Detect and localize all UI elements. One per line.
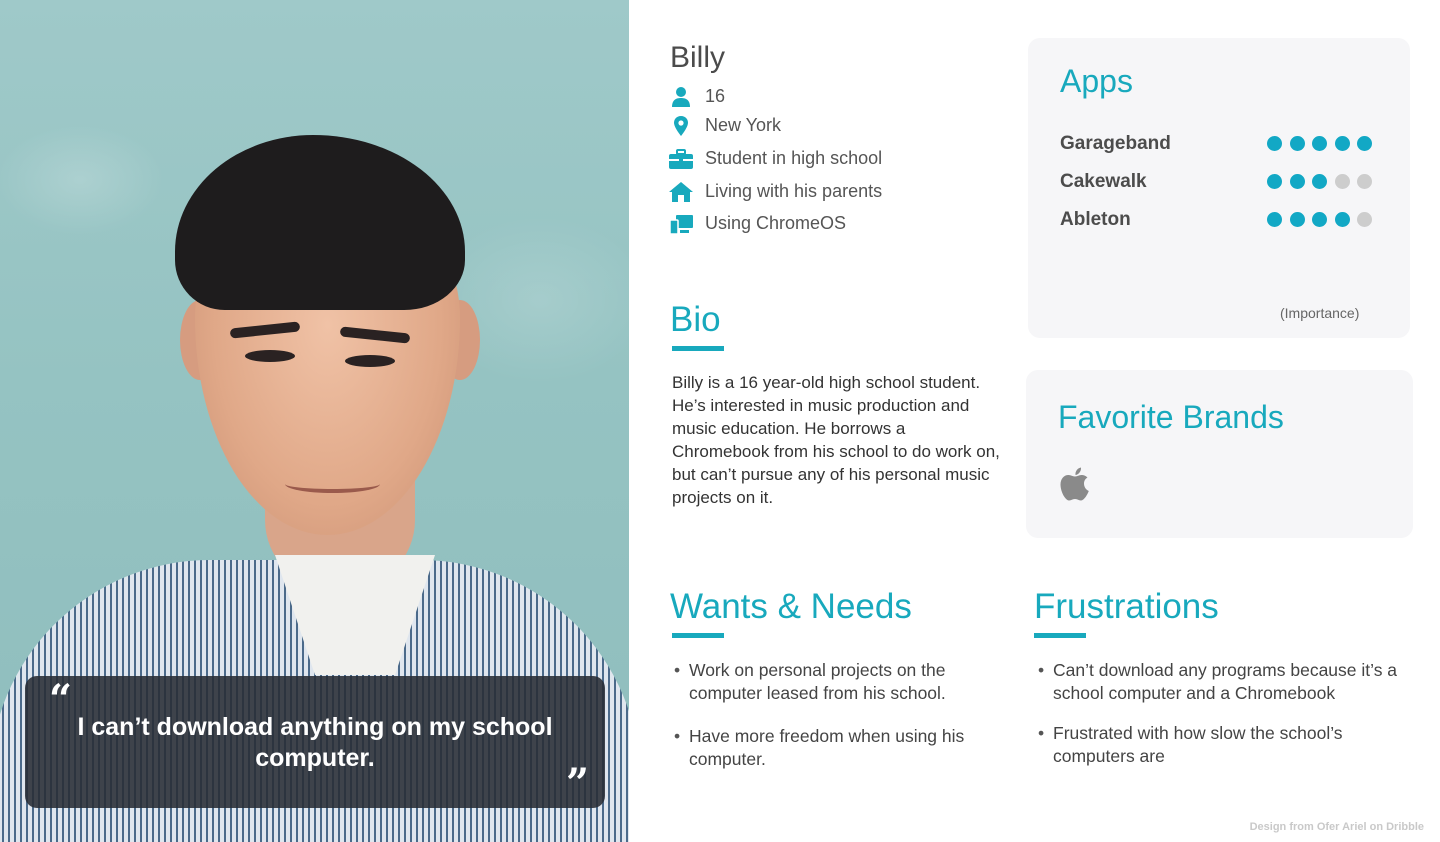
importance-dot-filled	[1312, 212, 1327, 227]
quote-text: I can’t download anything on my school c…	[77, 713, 553, 772]
importance-rating	[1267, 174, 1377, 190]
importance-dot-filled	[1357, 136, 1372, 151]
wants-title: Wants & Needs	[670, 587, 912, 626]
importance-dot-filled	[1289, 212, 1305, 227]
apps-title: Apps	[1060, 63, 1133, 99]
importance-dot-filled	[1289, 136, 1305, 151]
app-row: Cakewalk	[1060, 171, 1380, 197]
importance-dot-filled	[1334, 212, 1350, 227]
app-name: Ableton	[1060, 209, 1131, 230]
importance-dot-filled	[1312, 136, 1327, 151]
home-icon	[669, 182, 693, 202]
devices-icon	[669, 215, 693, 235]
apps-card: Apps Garageband Cakewalk Ableton (Importan…	[1028, 38, 1410, 338]
importance-dot-empty	[1357, 212, 1372, 227]
photo-hair	[175, 135, 465, 310]
photo-eye-left	[245, 350, 295, 362]
briefcase-icon	[669, 149, 693, 169]
importance-dot-filled	[1267, 136, 1282, 151]
fact-living-text: Living with his parents	[705, 181, 883, 201]
app-row: Ableton	[1060, 209, 1380, 235]
fact-age-text: 16	[705, 86, 726, 106]
importance-dot-filled	[1267, 212, 1282, 227]
quote-box: “ I can’t download anything on my school…	[25, 676, 605, 808]
importance-dot-empty	[1357, 174, 1372, 189]
importance-dot-filled	[1267, 174, 1282, 189]
photo-mouth	[285, 475, 380, 493]
app-name: Cakewalk	[1060, 171, 1147, 192]
importance-rating	[1267, 136, 1377, 152]
importance-rating	[1267, 212, 1377, 228]
bio-text: Billy is a 16 year-old high school stude…	[672, 373, 1000, 507]
frustrations-item: Frustrated with how slow the school’s co…	[1036, 722, 1416, 768]
wants-underline	[672, 633, 724, 638]
importance-dot-filled	[1289, 174, 1305, 189]
frustrations-title: Frustrations	[1034, 587, 1219, 626]
fact-device-text: Using ChromeOS	[705, 213, 847, 233]
wants-item: Have more freedom when using his compute…	[672, 725, 992, 771]
brands-card: Favorite Brands	[1026, 370, 1413, 538]
brands-title: Favorite Brands	[1058, 399, 1284, 435]
persona-name: Billy	[670, 41, 726, 74]
frustrations-item: Can’t download any programs because it’s…	[1036, 659, 1416, 705]
app-name: Garageband	[1060, 133, 1171, 154]
design-credit: Design from Ofer Ariel on Dribble	[1249, 821, 1424, 833]
apple-logo-icon	[1060, 467, 1089, 501]
quote-close-mark: ”	[565, 760, 589, 807]
app-row: Garageband	[1060, 133, 1380, 159]
location-pin-icon	[674, 116, 688, 136]
fact-occupation-text: Student in high school	[705, 148, 883, 168]
fact-location-text: New York	[705, 115, 782, 135]
wants-item: Work on personal projects on the compute…	[672, 659, 992, 705]
importance-label: (Importance)	[1280, 305, 1360, 321]
persona-photo: “ I can’t download anything on my school…	[0, 0, 629, 842]
importance-dot-filled	[1312, 174, 1327, 189]
frustrations-underline	[1034, 633, 1086, 638]
bio-underline	[672, 346, 724, 351]
photo-eye-right	[345, 355, 395, 367]
person-icon	[672, 87, 690, 107]
importance-dot-filled	[1334, 136, 1350, 151]
bio-title: Bio	[670, 300, 721, 339]
importance-dot-empty	[1334, 174, 1350, 189]
